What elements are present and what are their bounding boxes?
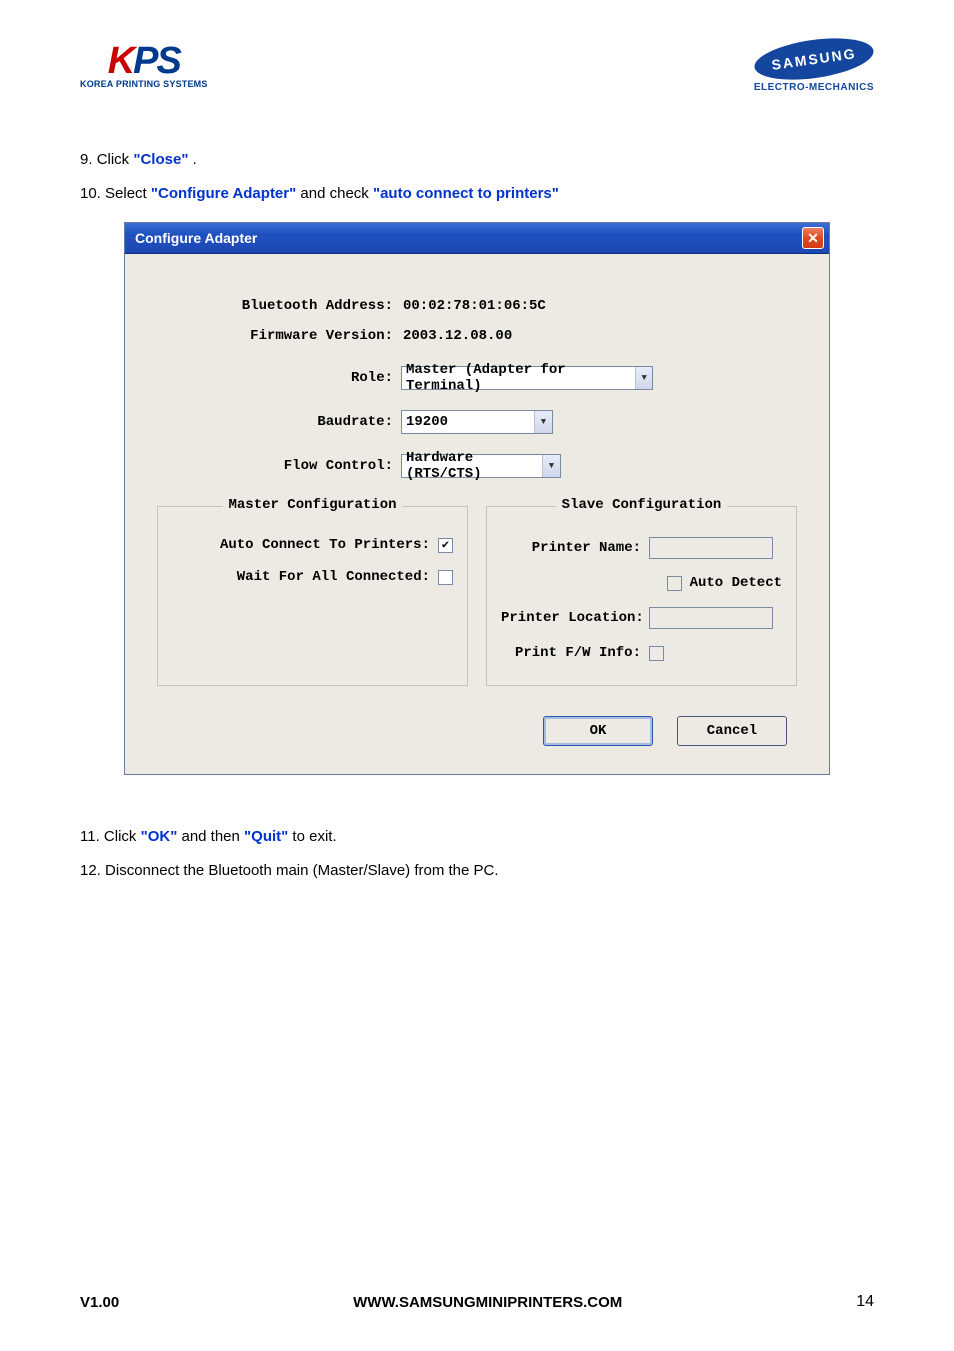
instruction-12-text: Disconnect the Bluetooth main (Master/Sl… [105, 862, 499, 879]
bluetooth-address-row: Bluetooth Address: 00:02:78:01:06:5C [157, 298, 797, 314]
close-icon[interactable]: ✕ [802, 227, 824, 249]
chevron-down-icon: ▼ [534, 411, 552, 433]
instruction-9-hl1: "Close" [133, 151, 188, 168]
auto-detect-label: Auto Detect [690, 575, 782, 591]
instruction-9-post: . [188, 151, 196, 168]
dialog-titlebar: Configure Adapter ✕ [125, 223, 829, 254]
printer-name-row: Printer Name: [501, 537, 782, 559]
baudrate-label: Baudrate: [157, 414, 401, 430]
firmware-version-value: 2003.12.08.00 [401, 328, 512, 344]
printer-location-row: Printer Location: [501, 607, 782, 629]
ok-button[interactable]: OK [543, 716, 653, 746]
wait-all-row: Wait For All Connected: [172, 569, 453, 585]
instruction-11-hl2: "Quit" [244, 828, 288, 845]
configure-adapter-dialog: Configure Adapter ✕ Bluetooth Address: 0… [124, 222, 830, 775]
instruction-11-hl1: "OK" [141, 828, 178, 845]
firmware-version-label: Firmware Version: [157, 328, 401, 344]
printer-name-field[interactable] [649, 537, 773, 559]
master-configuration-fieldset: Master Configuration Auto Connect To Pri… [157, 506, 468, 686]
cancel-button[interactable]: Cancel [677, 716, 787, 746]
footer-version: V1.00 [80, 1294, 119, 1311]
samsung-logo: SAMSUNG ELECTRO-MECHANICS [754, 40, 874, 93]
footer-site: WWW.SAMSUNGMINIPRINTERS.COM [353, 1294, 622, 1311]
chevron-down-icon: ▼ [542, 455, 560, 477]
instruction-9-num: 9. [80, 151, 97, 168]
bluetooth-address-label: Bluetooth Address: [157, 298, 401, 314]
instruction-10-hl2: "auto connect to printers" [373, 185, 559, 202]
role-label: Role: [157, 370, 401, 386]
flow-control-label: Flow Control: [157, 458, 401, 474]
instruction-11: 11. Click "OK" and then "Quit" to exit. [80, 825, 874, 849]
page-header: KPS KOREA PRINTING SYSTEMS SAMSUNG ELECT… [80, 40, 874, 93]
auto-connect-checkbox[interactable] [438, 538, 453, 553]
footer-page-number: 14 [856, 1293, 874, 1311]
auto-connect-label: Auto Connect To Printers: [172, 537, 438, 553]
role-select-value: Master (Adapter for Terminal) [406, 362, 635, 394]
instruction-9-pre: Click [97, 151, 134, 168]
bluetooth-address-value: 00:02:78:01:06:5C [401, 298, 546, 314]
kps-logo-subtitle: KOREA PRINTING SYSTEMS [80, 79, 208, 89]
print-fw-info-row: Print F/W Info: [501, 645, 782, 661]
printer-name-label: Printer Name: [501, 540, 649, 556]
print-fw-info-checkbox[interactable] [649, 646, 664, 661]
dialog-body: Bluetooth Address: 00:02:78:01:06:5C Fir… [125, 254, 829, 774]
instruction-12: 12. Disconnect the Bluetooth main (Maste… [80, 859, 874, 883]
instruction-11-pre: Click [104, 828, 141, 845]
baudrate-row: Baudrate: 19200 ▼ [157, 410, 797, 434]
flow-control-select-value: Hardware (RTS/CTS) [406, 450, 542, 482]
instruction-11-post: to exit. [288, 828, 336, 845]
dialog-buttons: OK Cancel [157, 716, 797, 746]
instruction-11-num: 11. [80, 828, 104, 845]
auto-connect-row: Auto Connect To Printers: [172, 537, 453, 553]
auto-detect-checkbox[interactable] [667, 576, 682, 591]
wait-all-checkbox[interactable] [438, 570, 453, 585]
printer-location-label: Printer Location: [501, 610, 649, 626]
instruction-10-pre: Select [105, 185, 151, 202]
instruction-9: 9. Click "Close" . [80, 148, 874, 172]
kps-logo-p: P [133, 40, 156, 83]
firmware-version-row: Firmware Version: 2003.12.08.00 [157, 328, 797, 344]
flow-control-select[interactable]: Hardware (RTS/CTS) ▼ [401, 454, 561, 478]
page-footer: V1.00 WWW.SAMSUNGMINIPRINTERS.COM 14 [80, 1293, 874, 1311]
kps-logo: KPS KOREA PRINTING SYSTEMS [80, 40, 208, 89]
wait-all-label: Wait For All Connected: [172, 569, 438, 585]
instruction-10-hl1: "Configure Adapter" [151, 185, 296, 202]
instruction-12-num: 12. [80, 862, 105, 879]
role-select[interactable]: Master (Adapter for Terminal) ▼ [401, 366, 653, 390]
print-fw-info-label: Print F/W Info: [501, 645, 649, 661]
master-configuration-legend: Master Configuration [222, 497, 402, 513]
kps-logo-k: K [108, 40, 133, 83]
dialog-title: Configure Adapter [135, 230, 257, 246]
baudrate-select-value: 19200 [406, 414, 534, 430]
baudrate-select[interactable]: 19200 ▼ [401, 410, 553, 434]
auto-detect-row: Auto Detect [501, 575, 782, 591]
instruction-10-mid: and check [296, 185, 373, 202]
chevron-down-icon: ▼ [635, 367, 652, 389]
slave-configuration-fieldset: Slave Configuration Printer Name: Auto D… [486, 506, 797, 686]
instruction-11-mid: and then [177, 828, 244, 845]
samsung-logo-subtitle: ELECTRO-MECHANICS [754, 82, 874, 93]
instruction-10-num: 10. [80, 185, 105, 202]
samsung-logo-oval: SAMSUNG [752, 32, 876, 86]
slave-configuration-legend: Slave Configuration [556, 497, 728, 513]
flow-control-row: Flow Control: Hardware (RTS/CTS) ▼ [157, 454, 797, 478]
role-row: Role: Master (Adapter for Terminal) ▼ [157, 366, 797, 390]
kps-logo-s: S [157, 40, 180, 83]
printer-location-field[interactable] [649, 607, 773, 629]
instruction-10: 10. Select "Configure Adapter" and check… [80, 182, 874, 206]
